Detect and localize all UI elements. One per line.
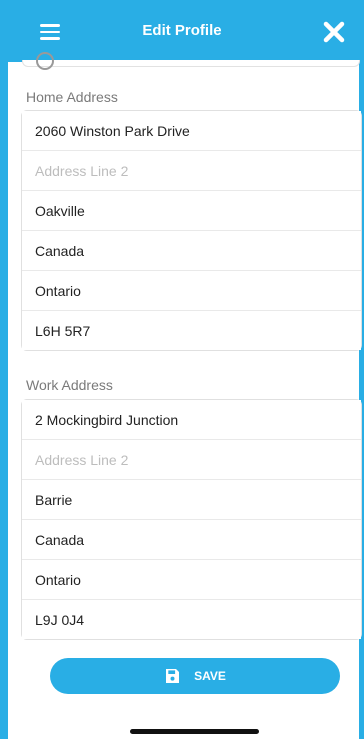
floppy-disk-icon bbox=[166, 669, 180, 683]
radio-button-partial[interactable] bbox=[36, 52, 54, 70]
work-postal-code-field[interactable]: L9J 0J4 bbox=[22, 600, 361, 639]
save-button[interactable]: SAVE bbox=[50, 658, 340, 694]
work-address-label: Work Address bbox=[26, 377, 113, 393]
work-address-line2-field[interactable]: Address Line 2 bbox=[22, 440, 361, 480]
work-country-field[interactable]: Canada bbox=[22, 520, 361, 560]
app-frame: Edit Profile Home Address 2060 Winston P… bbox=[0, 0, 364, 739]
save-button-label: SAVE bbox=[194, 669, 226, 683]
form-content: Home Address 2060 Winston Park Drive Add… bbox=[8, 52, 362, 739]
home-postal-code-field[interactable]: L6H 5R7 bbox=[22, 311, 361, 350]
work-address-line1-field[interactable]: 2 Mockingbird Junction bbox=[22, 400, 361, 440]
home-address-line1-field[interactable]: 2060 Winston Park Drive bbox=[22, 111, 361, 151]
work-address-group: 2 Mockingbird Junction Address Line 2 Ba… bbox=[21, 399, 362, 640]
page-title: Edit Profile bbox=[142, 22, 222, 39]
close-icon[interactable] bbox=[322, 20, 346, 44]
app-header: Edit Profile bbox=[0, 0, 364, 62]
home-address-line2-field[interactable]: Address Line 2 bbox=[22, 151, 361, 191]
previous-field-card bbox=[22, 60, 360, 67]
home-city-field[interactable]: Oakville bbox=[22, 191, 361, 231]
work-province-field[interactable]: Ontario bbox=[22, 560, 361, 600]
work-city-field[interactable]: Barrie bbox=[22, 480, 361, 520]
home-country-field[interactable]: Canada bbox=[22, 231, 361, 271]
home-indicator bbox=[130, 729, 259, 734]
home-address-label: Home Address bbox=[26, 89, 118, 105]
home-province-field[interactable]: Ontario bbox=[22, 271, 361, 311]
left-accent-edge bbox=[0, 0, 8, 739]
home-address-group: 2060 Winston Park Drive Address Line 2 O… bbox=[21, 110, 362, 351]
